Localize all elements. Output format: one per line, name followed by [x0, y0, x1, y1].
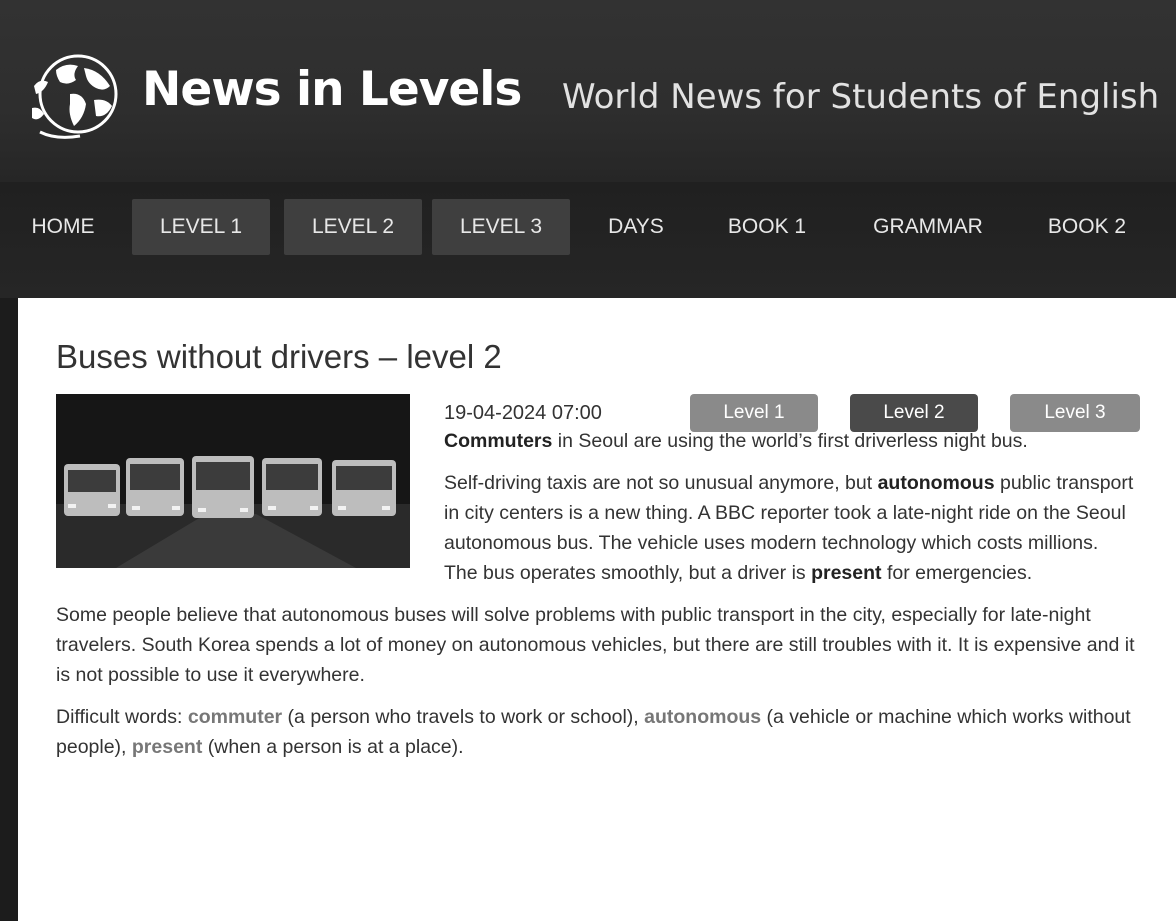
article-body: Commuters in Seoul are using the world’s…	[56, 426, 1136, 762]
bold-word-present: present	[811, 562, 882, 584]
nav-item-level-2[interactable]: LEVEL 2	[284, 199, 422, 255]
difficult-word-commuter[interactable]: commuter	[188, 706, 282, 728]
paragraph-3: Some people believe that autonomous buse…	[56, 604, 1135, 686]
main-nav: HOME LEVEL 1 LEVEL 2 LEVEL 3 DAYS BOOK 1…	[0, 182, 1176, 298]
nav-item-level-3[interactable]: LEVEL 3	[432, 199, 570, 255]
bold-word-commuters: Commuters	[444, 430, 553, 452]
article-title: Buses without drivers – level 2	[56, 338, 502, 375]
nav-item-grammar[interactable]: GRAMMAR	[856, 199, 1000, 255]
site-tagline: World News for Students of English	[562, 77, 1160, 117]
difficult-word-autonomous[interactable]: autonomous	[644, 706, 761, 728]
nav-item-book-2[interactable]: BOOK 2	[1030, 199, 1144, 255]
bold-word-autonomous: autonomous	[877, 472, 995, 494]
site-header: News in Levels World News for Students o…	[0, 0, 1176, 182]
difficult-words: Difficult words: commuter (a person who …	[56, 706, 1131, 758]
nav-item-book-1[interactable]: BOOK 1	[712, 199, 822, 255]
difficult-word-present[interactable]: present	[132, 736, 202, 758]
nav-item-level-1[interactable]: LEVEL 1	[132, 199, 270, 255]
nav-item-days[interactable]: DAYS	[594, 199, 678, 255]
article-date: 19-04-2024 07:00	[444, 402, 602, 424]
nav-item-home[interactable]: HOME	[24, 199, 102, 255]
article-panel: Buses without drivers – level 2 19-04-20	[18, 298, 1176, 921]
globe-logo-icon[interactable]	[26, 48, 126, 140]
site-title[interactable]: News in Levels	[142, 62, 522, 117]
